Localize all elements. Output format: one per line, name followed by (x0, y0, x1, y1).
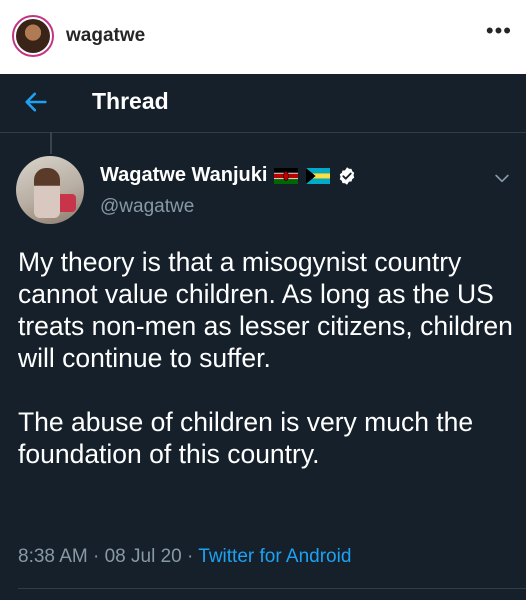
tweet-time: 8:38 AM (18, 546, 88, 567)
thread-header: Thread (0, 74, 526, 133)
arrow-left-icon[interactable] (22, 88, 50, 116)
page-title: Thread (92, 88, 169, 114)
tweet-date: 08 Jul 20 (104, 546, 182, 567)
tweet-text: My theory is that a misogynist country c… (18, 247, 513, 469)
avatar-image (16, 19, 50, 53)
author-name-row: Wagatwe Wanjuki (100, 164, 357, 187)
tweet-author-avatar[interactable] (16, 156, 84, 224)
verified-badge-icon (340, 166, 355, 185)
author-display-name[interactable]: Wagatwe Wanjuki (100, 164, 267, 187)
avatar-photo-person (34, 168, 60, 218)
thread-connector-line (50, 132, 52, 154)
bahamas-flag-icon (306, 167, 331, 184)
tweet-source-link[interactable]: Twitter for Android (198, 546, 351, 567)
instagram-username[interactable]: wagatwe (66, 25, 145, 47)
chevron-down-icon[interactable] (492, 168, 512, 188)
kenya-flag-icon (274, 167, 299, 184)
more-horizontal-icon[interactable]: ••• (486, 20, 512, 42)
instagram-post-header: wagatwe ••• (0, 0, 526, 74)
tweet-metadata: 8:38 AM · 08 Jul 20 · Twitter for Androi… (18, 546, 351, 568)
divider (18, 588, 526, 589)
meta-separator: · (187, 546, 194, 567)
instagram-avatar[interactable] (12, 15, 54, 57)
author-handle[interactable]: @wagatwe (100, 196, 194, 218)
meta-separator: · (93, 546, 100, 567)
